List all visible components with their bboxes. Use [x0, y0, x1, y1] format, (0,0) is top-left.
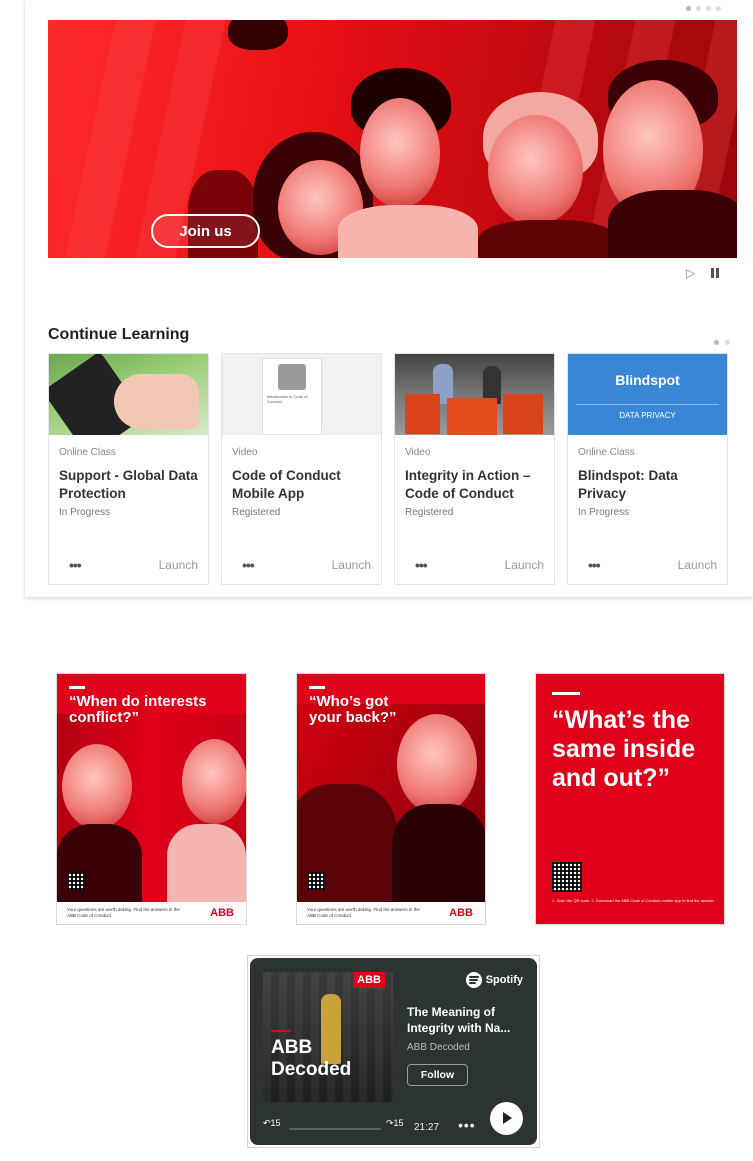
launch-button[interactable]: Launch: [505, 558, 544, 572]
person-body: [57, 824, 142, 904]
phone-app-thumbnail: Introduction to Code of Conduct: [222, 354, 381, 435]
course-title[interactable]: Code of Conduct Mobile App: [232, 467, 377, 503]
abb-logo: ABB: [449, 907, 473, 919]
poster-back: “Who’s got your back?” Your questions ar…: [297, 674, 485, 924]
cards-carousel-dots[interactable]: [714, 340, 730, 345]
spotify-logo: Spotify: [465, 972, 523, 988]
person-body: [478, 220, 618, 258]
play-icon[interactable]: ▷: [686, 266, 695, 280]
poster-inside-out: “What’s the same inside and out?” 1. Sca…: [536, 674, 724, 924]
course-title[interactable]: Blindspot: Data Privacy: [578, 467, 723, 503]
person-face: [62, 744, 132, 829]
episode-title[interactable]: The Meaning of Integrity with Na...: [407, 1004, 532, 1036]
person-jacket: [392, 804, 485, 904]
blindspot-tag: DATA PRIVACY: [619, 411, 676, 420]
poster-footer: Your questions are worth asking. Find th…: [307, 907, 420, 918]
more-options-icon[interactable]: •••: [415, 557, 428, 573]
player-controls: ↶15 ↷15 21:27 •••: [263, 1102, 525, 1140]
course-card[interactable]: Online Class Support - Global Data Prote…: [48, 353, 209, 585]
carousel-dot-active[interactable]: [686, 6, 691, 11]
carousel-dot[interactable]: [696, 6, 701, 11]
time-remaining: 21:27: [414, 1122, 440, 1133]
poster-title: “Who’s got your back?”: [309, 693, 397, 726]
thumb-title: Introduction to Code of Conduct: [267, 394, 308, 404]
skip-forward-15-button[interactable]: ↷15: [386, 1118, 404, 1129]
carousel-dot[interactable]: [716, 6, 721, 11]
more-options-icon[interactable]: •••: [242, 557, 255, 573]
qr-code-icon: [67, 872, 85, 890]
play-icon: [503, 1112, 512, 1124]
carousel-dot[interactable]: [706, 6, 711, 11]
play-button[interactable]: [490, 1102, 523, 1135]
course-type: Online Class: [578, 447, 635, 458]
podcast-cover[interactable]: ABB ABB Decoded: [263, 972, 393, 1102]
poster-interests: “When do interests conflict?” Your quest…: [57, 674, 246, 924]
course-card-list: Online Class Support - Global Data Prote…: [48, 353, 728, 585]
more-options-icon[interactable]: •••: [458, 1117, 476, 1133]
hero-controls: ▷: [686, 266, 720, 280]
course-card[interactable]: Introduction to Code of Conduct Video Co…: [221, 353, 382, 585]
carousel-dot[interactable]: [725, 340, 730, 345]
course-status: Registered: [232, 507, 281, 518]
more-options-icon[interactable]: •••: [69, 557, 82, 573]
raised-hand: [228, 20, 288, 50]
carousel-dot-active[interactable]: [714, 340, 719, 345]
qr-instructions: 1. Scan the QR code. 2. Download the ABB…: [552, 898, 715, 903]
launch-button[interactable]: Launch: [159, 558, 198, 572]
course-title[interactable]: Support - Global Data Protection: [59, 467, 204, 503]
more-options-icon[interactable]: •••: [588, 557, 601, 573]
course-type: Video: [232, 447, 258, 458]
person-face: [397, 714, 477, 814]
course-type: Online Class: [59, 447, 116, 458]
cover-title: ABB Decoded: [271, 1037, 352, 1080]
skip-back-15-button[interactable]: ↶15: [263, 1118, 281, 1129]
blindspot-brand: Blindspot: [615, 372, 680, 388]
course-title[interactable]: Integrity in Action – Code of Conduct: [405, 467, 550, 503]
qr-code-icon: [307, 872, 325, 890]
person-face: [488, 115, 583, 225]
stage-thumbnail: [395, 354, 554, 435]
course-status: Registered: [405, 507, 454, 518]
follow-button[interactable]: Follow: [407, 1064, 468, 1086]
course-status: In Progress: [59, 507, 111, 518]
tablet-thumbnail: [49, 354, 208, 435]
cover-abb-logo: ABB: [353, 972, 385, 988]
person-face: [360, 98, 440, 208]
show-name[interactable]: ABB Decoded: [407, 1042, 470, 1053]
section-title: Continue Learning: [48, 326, 190, 343]
person-jacket: [608, 190, 737, 258]
blindspot-thumbnail: Blindspot DATA PRIVACY: [568, 354, 727, 435]
join-us-button[interactable]: Join us: [151, 214, 260, 248]
hero-carousel-dots[interactable]: [686, 6, 721, 11]
spotify-icon: [465, 972, 482, 988]
progress-bar[interactable]: [289, 1128, 381, 1130]
course-card[interactable]: Video Integrity in Action – Code of Cond…: [394, 353, 555, 585]
spotify-player: ABB ABB Decoded Spotify The Meaning of I…: [250, 958, 537, 1145]
qr-code-icon: [552, 862, 582, 892]
launch-button[interactable]: Launch: [678, 558, 717, 572]
person-body: [167, 824, 246, 904]
person-face: [182, 739, 246, 824]
launch-button[interactable]: Launch: [332, 558, 371, 572]
abb-logo: ABB: [210, 907, 234, 919]
poster-title: “When do interests conflict?”: [69, 693, 207, 726]
pause-icon[interactable]: [711, 268, 720, 278]
course-status: In Progress: [578, 507, 630, 518]
hero-banner: Join us: [48, 20, 737, 258]
poster-title: “What’s the same inside and out?”: [552, 706, 696, 792]
course-card[interactable]: Blindspot DATA PRIVACY Online Class Blin…: [567, 353, 728, 585]
poster-footer: Your questions are worth asking. Find th…: [67, 907, 180, 918]
course-type: Video: [405, 447, 431, 458]
person-shirt: [338, 205, 478, 258]
